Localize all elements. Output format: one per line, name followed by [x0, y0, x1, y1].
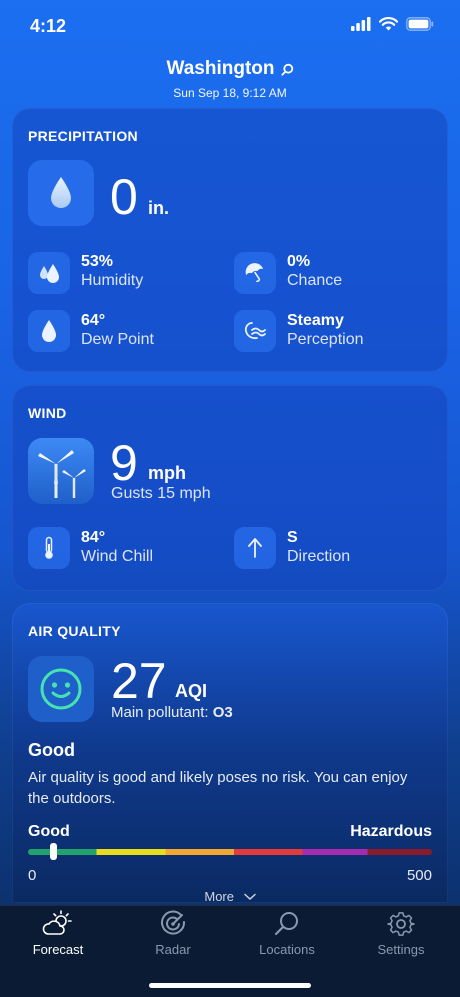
air-quality-title: AIR QUALITY: [28, 623, 121, 639]
wind-card: WIND 9 mph Gusts 15 mph 84° Wind Chill S…: [12, 385, 448, 591]
status-bar: 4:12: [0, 0, 460, 50]
thermometer-icon: [28, 527, 70, 569]
umbrella-icon: [234, 252, 276, 294]
wind-speed-value: 9: [110, 435, 138, 491]
chance-value: 0%: [287, 253, 311, 270]
forecast-icon: [42, 910, 72, 935]
aqi-unit: AQI: [175, 681, 208, 701]
signal-icon: [351, 17, 371, 31]
radar-icon: [161, 910, 186, 935]
aqi-description: Air quality is good and likely poses no …: [28, 769, 408, 807]
scale-min: 0: [28, 867, 37, 884]
status-time: 4:12: [30, 16, 67, 36]
direction-value: S: [287, 529, 298, 546]
wind-gusts: Gusts 15 mph: [111, 485, 211, 502]
aqi-value: 27: [111, 653, 167, 709]
tab-locations-label: Locations: [259, 942, 315, 957]
wave-icon: [234, 310, 276, 352]
precipitation-unit: in.: [148, 198, 169, 218]
aqi-indicator: [49, 843, 57, 860]
air-quality-card: AIR QUALITY 27 AQI Main pollutant: O3 Go…: [12, 603, 448, 904]
smiley-face-icon: [28, 656, 94, 722]
scale-max: 500: [406, 867, 432, 884]
raindrop-icon: [28, 160, 94, 226]
wind-chill-label: Wind Chill: [81, 548, 154, 565]
precipitation-value: 0: [110, 169, 138, 225]
wind-turbine-icon: [28, 438, 94, 504]
main-pollutant-value: O3: [212, 704, 233, 721]
aqi-scale-bar: [28, 849, 432, 855]
aqi-level: Good: [28, 740, 75, 760]
humidity-icon: [28, 252, 70, 294]
city-name: Washington: [166, 58, 275, 79]
more-label: More: [204, 889, 234, 904]
scale-low-label: Good: [28, 823, 70, 840]
tab-radar[interactable]: Radar: [123, 910, 223, 957]
wind-title: WIND: [28, 405, 67, 421]
tab-radar-label: Radar: [155, 942, 191, 957]
scale-high-label: Hazardous: [350, 823, 432, 840]
wind-speed-unit: mph: [148, 463, 186, 483]
more-button[interactable]: More: [12, 889, 448, 904]
humidity-value: 53%: [81, 253, 114, 270]
date-time: Sun Sep 18, 9:12 AM: [173, 86, 287, 100]
perception-label: Perception: [287, 331, 364, 348]
main-pollutant-label: Main pollutant:: [111, 704, 213, 721]
city-selector[interactable]: Washington: [167, 58, 294, 80]
precipitation-title: PRECIPITATION: [28, 128, 138, 144]
dew-point-label: Dew Point: [81, 331, 154, 348]
chevron-down-icon: [243, 893, 256, 901]
drop-icon: [28, 310, 70, 352]
tab-locations[interactable]: Locations: [237, 910, 337, 957]
battery-icon: [406, 17, 434, 31]
tab-forecast-label: Forecast: [32, 942, 84, 957]
tab-bar: Forecast Radar Locations Settings: [0, 905, 460, 997]
tab-forecast[interactable]: Forecast: [8, 910, 108, 957]
perception-value: Steamy: [287, 312, 344, 329]
chance-label: Chance: [287, 272, 343, 289]
main-pollutant: Main pollutant: O3: [111, 704, 233, 721]
search-icon: [274, 912, 298, 936]
dew-point-value: 64°: [81, 312, 106, 329]
gear-icon: [387, 912, 415, 936]
home-indicator: [149, 983, 311, 988]
search-icon: [280, 63, 293, 76]
status-icons: [351, 17, 434, 31]
direction-label: Direction: [287, 548, 351, 565]
wind-chill-value: 84°: [81, 529, 106, 546]
location-header: Washington Sun Sep 18, 9:12 AM: [0, 58, 460, 100]
arrow-up-icon: [234, 527, 276, 569]
wifi-icon: [379, 17, 398, 31]
tab-settings-label: Settings: [377, 942, 425, 957]
precipitation-card: PRECIPITATION 0 in. 53% Humidity 0% Chan…: [12, 108, 448, 372]
tab-settings[interactable]: Settings: [351, 910, 451, 957]
humidity-label: Humidity: [81, 272, 144, 289]
